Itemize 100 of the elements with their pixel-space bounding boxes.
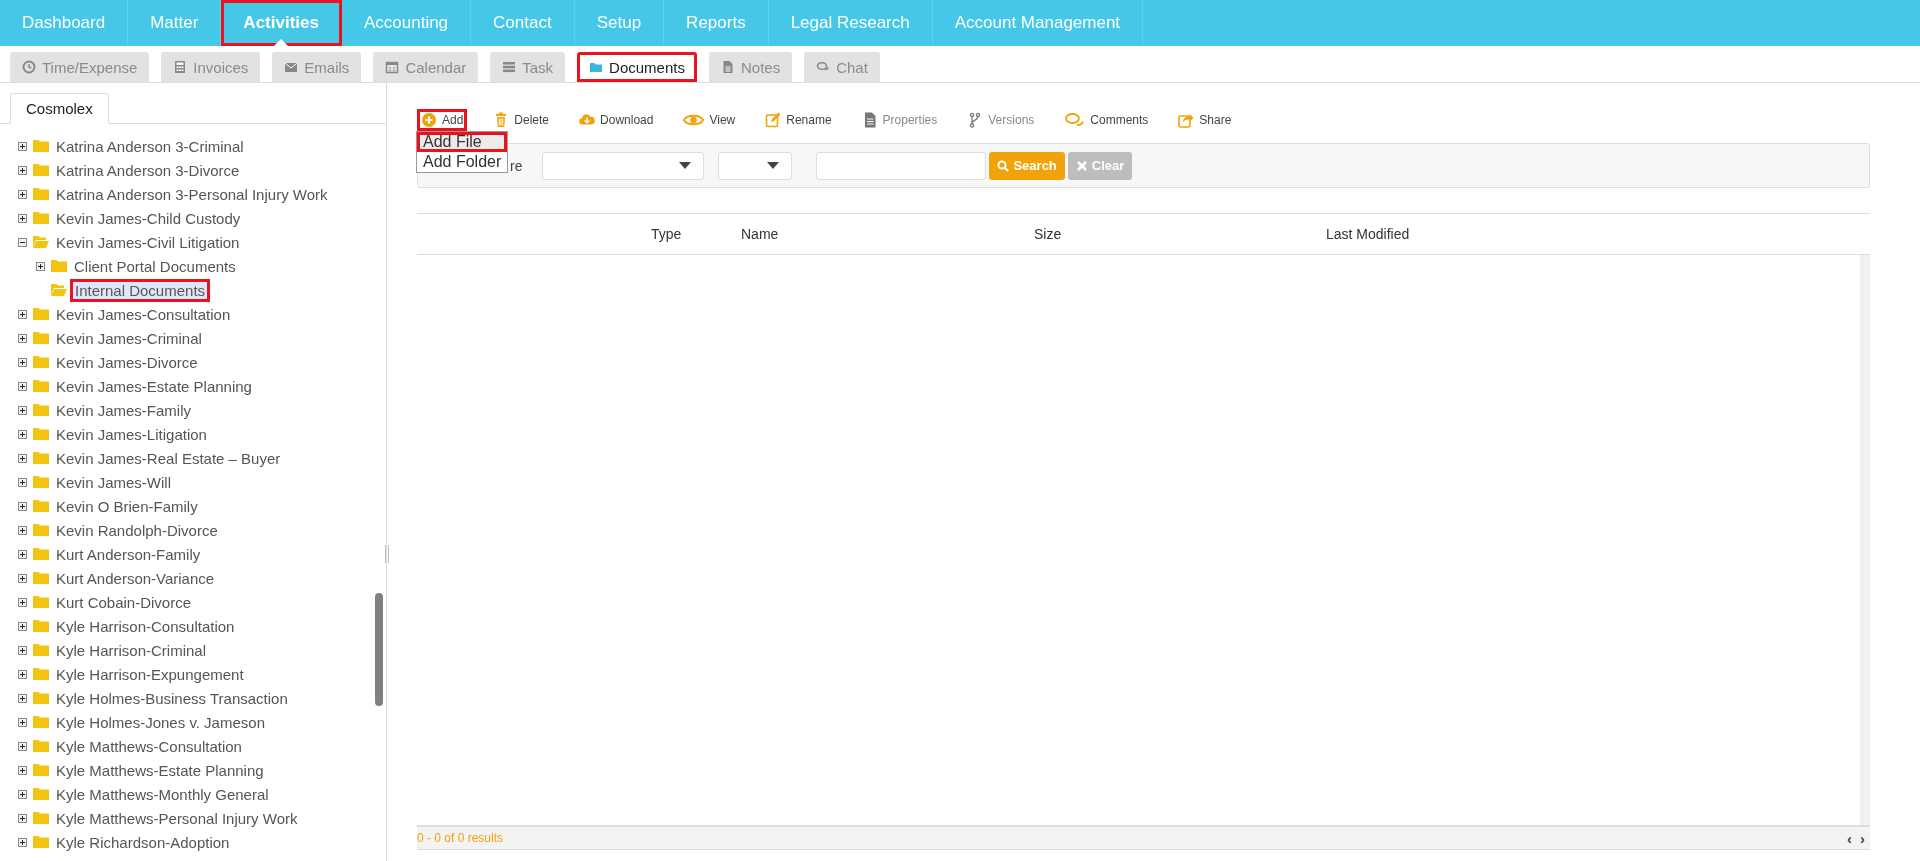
tree-item[interactable]: Kyle Richardson-Adoption <box>55 833 231 851</box>
tree-item[interactable]: Kyle Matthews-Personal Injury Work <box>55 809 299 827</box>
tree-item[interactable]: Kevin James-Consultation <box>55 305 232 323</box>
expand-icon[interactable] <box>18 213 27 223</box>
tree-item[interactable]: Kevin James-Civil Litigation <box>55 233 241 251</box>
expand-icon[interactable] <box>18 333 27 343</box>
expand-icon[interactable] <box>18 765 27 775</box>
tree-item[interactable]: Kyle Matthews-Consultation <box>55 737 243 755</box>
select-field[interactable] <box>718 151 793 180</box>
next-page-button[interactable]: › <box>1859 829 1866 847</box>
toolbar-button[interactable]: View <box>679 109 740 131</box>
folder-icon <box>33 787 49 801</box>
tasks-icon <box>502 60 517 74</box>
folder-icon <box>33 187 49 201</box>
tree-item[interactable]: Kevin O Brien-Family <box>55 497 199 515</box>
comments-icon <box>1064 112 1086 128</box>
toolbar-button[interactable]: Delete <box>489 109 554 131</box>
expand-icon[interactable] <box>18 693 27 703</box>
column-header[interactable]: Name <box>737 226 1030 242</box>
toolbar-button[interactable]: Rename <box>761 109 836 131</box>
expand-icon[interactable] <box>18 357 27 367</box>
tree-item[interactable]: Kevin James-Family <box>55 401 193 419</box>
expand-icon[interactable] <box>18 189 27 199</box>
expand-icon[interactable] <box>18 621 27 631</box>
caret-icon <box>679 162 692 169</box>
expand-icon[interactable] <box>18 477 27 487</box>
expand-icon[interactable] <box>18 645 27 655</box>
tree-item[interactable]: Kyle Holmes-Business Transaction <box>55 689 289 707</box>
tree-item[interactable]: Client Portal Documents <box>73 257 237 275</box>
toolbar-button[interactable]: Download <box>575 109 658 131</box>
tree-item[interactable]: Kyle Matthews-Estate Planning <box>55 761 265 779</box>
tree-item[interactable]: Kurt Cobain-Divorce <box>55 593 193 611</box>
expand-icon[interactable] <box>18 837 27 847</box>
close-icon <box>1075 159 1088 172</box>
tree-item[interactable]: Internal Documents <box>70 278 211 302</box>
column-header[interactable]: Type <box>647 226 737 242</box>
expand-icon[interactable] <box>18 141 27 151</box>
previous-page-button[interactable]: ‹ <box>1846 829 1853 847</box>
tree-item[interactable]: Kevin James-Child Custody <box>55 209 242 227</box>
tree-item[interactable]: Kyle Harrison-Criminal <box>55 641 208 659</box>
folder-icon <box>33 475 49 489</box>
tree-item[interactable]: Katrina Anderson 3-Criminal <box>55 137 245 155</box>
tree-item[interactable]: Kevin James-Criminal <box>55 329 203 347</box>
expand-icon[interactable] <box>18 429 27 439</box>
folder-icon <box>33 403 49 417</box>
tree-item[interactable]: Kevin James-Divorce <box>55 353 199 371</box>
expand-icon[interactable] <box>36 261 45 271</box>
tree-item[interactable]: Kevin James-Real Estate – Buyer <box>55 449 282 467</box>
tree-item[interactable]: Kevin Randolph-Divorce <box>55 521 219 539</box>
menu-item[interactable]: Add File <box>417 132 508 152</box>
folder-icon <box>33 667 49 681</box>
folder-icon <box>33 139 49 153</box>
toolbar-button[interactable]: Share <box>1174 109 1236 131</box>
expand-icon[interactable] <box>18 405 27 415</box>
expand-icon[interactable] <box>18 789 27 799</box>
expand-icon[interactable] <box>18 381 27 391</box>
calculator-icon <box>173 60 188 74</box>
expand-icon[interactable] <box>18 717 27 727</box>
toolbar-button[interactable]: Add <box>417 109 468 131</box>
plus-icon <box>421 112 437 128</box>
search-field[interactable] <box>816 151 987 180</box>
tree-item[interactable]: Kyle Matthews-Monthly General <box>55 785 270 803</box>
splitter-handle[interactable] <box>385 545 389 563</box>
scrollbar-thumb[interactable] <box>375 593 383 706</box>
folder-icon <box>33 355 49 369</box>
folder-icon <box>33 715 49 729</box>
tree-item[interactable]: Katrina Anderson 3-Divorce <box>55 161 241 179</box>
tree-item[interactable]: Kurt Anderson-Variance <box>55 569 216 587</box>
tree-item[interactable]: Kyle Harrison-Expungement <box>55 665 245 683</box>
tree-item[interactable]: Kevin James-Litigation <box>55 425 208 443</box>
expand-icon[interactable] <box>18 813 27 823</box>
expand-icon[interactable] <box>18 669 27 679</box>
tree-item[interactable]: Kyle Harrison-Consultation <box>55 617 236 635</box>
column-header[interactable]: Last Modified <box>1322 226 1870 242</box>
sub-tab[interactable]: Documents <box>577 52 697 82</box>
expand-icon[interactable] <box>18 453 27 463</box>
folder-icon <box>33 811 49 825</box>
collapse-icon[interactable] <box>18 237 27 247</box>
expand-icon[interactable] <box>18 573 27 583</box>
expand-icon[interactable] <box>18 165 27 175</box>
panel-tab[interactable]: Cosmolex <box>10 93 109 124</box>
tree-item[interactable]: Kyle Holmes-Jones v. Jameson <box>55 713 266 731</box>
calendar-icon <box>385 60 400 74</box>
column-header[interactable]: Size <box>1030 226 1322 242</box>
select-field[interactable] <box>542 151 705 180</box>
tree-item[interactable]: Katrina Anderson 3-Personal Injury Work <box>55 185 329 203</box>
folder-icon <box>33 451 49 465</box>
expand-icon[interactable] <box>18 501 27 511</box>
expand-icon[interactable] <box>18 525 27 535</box>
folder-icon <box>33 163 49 177</box>
tree-item[interactable]: Kevin James-Estate Planning <box>55 377 253 395</box>
tree-item[interactable]: Kevin James-Will <box>55 473 173 491</box>
tree-item[interactable]: Kurt Anderson-Family <box>55 545 202 563</box>
toolbar-button[interactable]: Comments <box>1060 109 1153 131</box>
expand-icon[interactable] <box>18 741 27 751</box>
expand-icon[interactable] <box>18 309 27 319</box>
expand-icon[interactable] <box>18 549 27 559</box>
expand-icon[interactable] <box>18 597 27 607</box>
folder-icon <box>589 60 604 74</box>
envelope-icon <box>284 60 299 74</box>
